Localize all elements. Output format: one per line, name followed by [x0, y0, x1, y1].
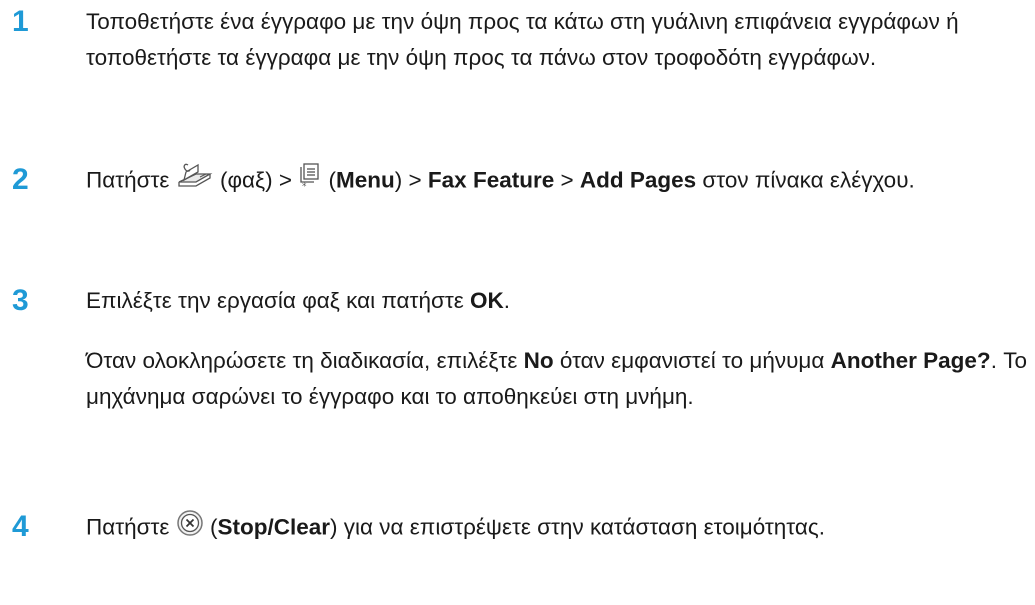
text-fragment: ) για να επιστρέψετε στην κατάσταση ετοι… — [330, 514, 825, 540]
menu-label: Menu — [336, 167, 395, 193]
step-text: Πατήστε (Stop/Clear) για να επιστρέψετε … — [86, 509, 1031, 548]
stop-clear-icon — [176, 509, 204, 548]
step-note: Όταν ολοκληρώσετε τη διαδικασία, επιλέξτ… — [86, 343, 1031, 415]
add-pages-label: Add Pages — [579, 167, 697, 193]
stop-clear-label: Stop/Clear — [217, 514, 330, 540]
text-fragment: (φαξ) > — [213, 167, 299, 193]
text-fragment: ( — [322, 167, 337, 193]
text-fragment: ) > — [394, 167, 428, 193]
step-number: 2 — [12, 163, 29, 196]
text-fragment: Πατήστε — [86, 167, 176, 193]
text-fragment: . — [503, 288, 511, 313]
step-text: Πατήστε (φαξ) > * (Menu) > Fax Feature >… — [86, 162, 1031, 201]
fax-feature-label: Fax Feature — [427, 167, 555, 193]
step-text: Επιλέξτε την εργασία φαξ και πατήστε OK. — [86, 283, 1031, 319]
ok-label: OK — [470, 288, 504, 313]
text-fragment: > — [554, 167, 580, 193]
text-fragment: Πατήστε — [86, 514, 176, 540]
text-fragment: στον πίνακα ελέγχου. — [696, 167, 915, 193]
step-number: 4 — [12, 510, 29, 543]
fax-icon — [176, 162, 214, 201]
text-fragment: όταν εμφανιστεί το μήνυμα — [553, 348, 831, 373]
step-number: 1 — [12, 5, 29, 38]
text-fragment: Όταν ολοκληρώσετε τη διαδικασία, επιλέξτ… — [86, 348, 524, 373]
no-label: No — [523, 348, 554, 373]
text-fragment: ( — [203, 514, 218, 540]
svg-text:*: * — [302, 182, 307, 190]
step-number: 3 — [12, 284, 29, 317]
menu-icon: * — [298, 162, 322, 201]
another-page-label: Another Page? — [830, 348, 991, 373]
text-fragment: Επιλέξτε την εργασία φαξ και πατήστε — [86, 288, 471, 313]
step-text: Τοποθετήστε ένα έγγραφο με την όψη προς … — [86, 9, 959, 70]
